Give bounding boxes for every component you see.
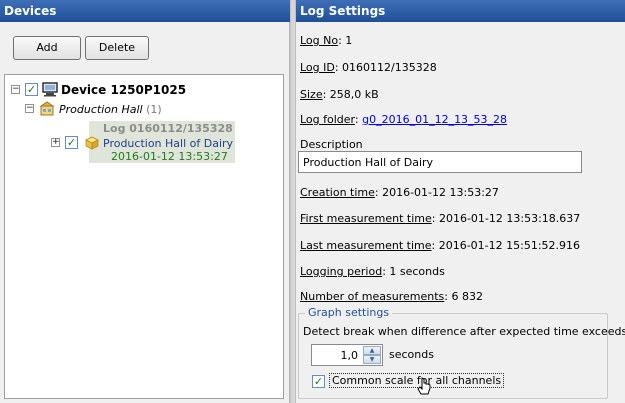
hall-count: (1) <box>146 103 162 116</box>
building-icon <box>39 101 55 116</box>
creation-time-field: Creation time: 2016-01-12 13:53:27 <box>300 186 499 199</box>
device-label[interactable]: Device 1250P1025 <box>61 83 186 97</box>
log-name-label[interactable]: Production Hall of Dairy <box>103 137 233 150</box>
log-settings-panel-header: Log Settings <box>296 0 625 22</box>
hall-row-text: Production Hall (1) <box>59 103 162 116</box>
computer-icon <box>42 82 58 97</box>
last-measurement-field: Last measurement time: 2016-01-12 15:51:… <box>300 239 580 252</box>
log-id-value: : 0160112/135328 <box>334 61 437 74</box>
mouse-cursor-icon <box>417 377 431 395</box>
last-measurement-value: : 2016-01-12 15:51:52.916 <box>431 239 581 252</box>
log-time-label: 2016-01-12 13:53:27 <box>111 150 228 163</box>
hall-expander-icon[interactable]: − <box>25 104 34 113</box>
log-box-icon <box>85 136 99 150</box>
measurement-count-field: Number of measurements: 6 832 <box>300 290 483 303</box>
hall-label[interactable]: Production Hall <box>59 103 143 116</box>
size-key: Size <box>300 88 323 101</box>
log-no-field: Log No: 1 <box>300 34 352 47</box>
common-scale-checkbox[interactable]: ✓ <box>312 375 325 388</box>
first-measurement-key: First measurement time <box>300 212 432 225</box>
log-checkbox[interactable]: ✓ <box>65 136 78 149</box>
devices-panel-header: Devices <box>0 0 290 22</box>
logging-period-key: Logging period <box>300 265 383 278</box>
logging-period-value: : 1 seconds <box>382 265 445 278</box>
graph-settings-group: Graph settings Detect break when differe… <box>298 306 625 399</box>
log-no-value: : 1 <box>338 34 353 47</box>
spin-up-icon[interactable]: ▲ <box>363 346 381 355</box>
graph-settings-legend: Graph settings <box>305 306 393 319</box>
description-input[interactable] <box>298 151 582 173</box>
first-measurement-field: First measurement time: 2016-01-12 13:53… <box>300 212 580 225</box>
delete-button[interactable]: Delete <box>85 36 149 60</box>
measurement-count-value: : 6 832 <box>444 290 483 303</box>
devices-panel-title: Devices <box>4 4 57 18</box>
devices-panel: Add Delete − ✓ Device 1250P1025 − Produc… <box>0 22 290 403</box>
last-measurement-key: Last measurement time <box>300 239 432 252</box>
size-field: Size: 258,0 kB <box>300 88 379 101</box>
log-id-label[interactable]: Log 0160112/135328 <box>103 122 233 135</box>
break-detection-label: Detect break when difference after expec… <box>303 325 625 338</box>
log-folder-sep: : <box>354 113 363 126</box>
spin-down-icon[interactable]: ▼ <box>363 355 381 364</box>
first-measurement-value: : 2016-01-12 13:53:18.637 <box>431 212 581 225</box>
log-no-key: Log No <box>300 34 339 47</box>
log-id-key: Log ID <box>300 61 335 74</box>
log-expander-icon[interactable]: + <box>51 138 60 147</box>
break-threshold-value[interactable]: 1,0 <box>341 349 359 362</box>
description-label: Description <box>300 138 363 151</box>
add-button[interactable]: Add <box>13 36 81 60</box>
device-checkbox[interactable]: ✓ <box>25 83 38 96</box>
logging-period-field: Logging period: 1 seconds <box>300 265 445 278</box>
measurement-count-key: Number of measurements <box>300 290 445 303</box>
device-expander-icon[interactable]: − <box>11 85 20 94</box>
break-threshold-unit: seconds <box>389 348 434 361</box>
log-settings-panel: Log No: 1 Log ID: 0160112/135328 Size: 2… <box>296 22 625 403</box>
device-tree[interactable]: − ✓ Device 1250P1025 − Production Hall (… <box>4 74 284 399</box>
break-threshold-spinner[interactable]: 1,0 ▲ ▼ <box>311 344 383 366</box>
log-id-field: Log ID: 0160112/135328 <box>300 61 437 74</box>
log-folder-field: Log folder: g0_2016_01_12_13_53_28 <box>300 113 507 126</box>
spinner-buttons: ▲ ▼ <box>363 346 381 364</box>
log-settings-panel-title: Log Settings <box>300 4 386 18</box>
log-folder-key: Log folder <box>300 113 355 126</box>
size-value: : 258,0 kB <box>322 88 379 101</box>
creation-time-key: Creation time <box>300 186 375 199</box>
creation-time-value: : 2016-01-12 13:53:27 <box>374 186 499 199</box>
log-folder-link[interactable]: g0_2016_01_12_13_53_28 <box>362 113 507 126</box>
